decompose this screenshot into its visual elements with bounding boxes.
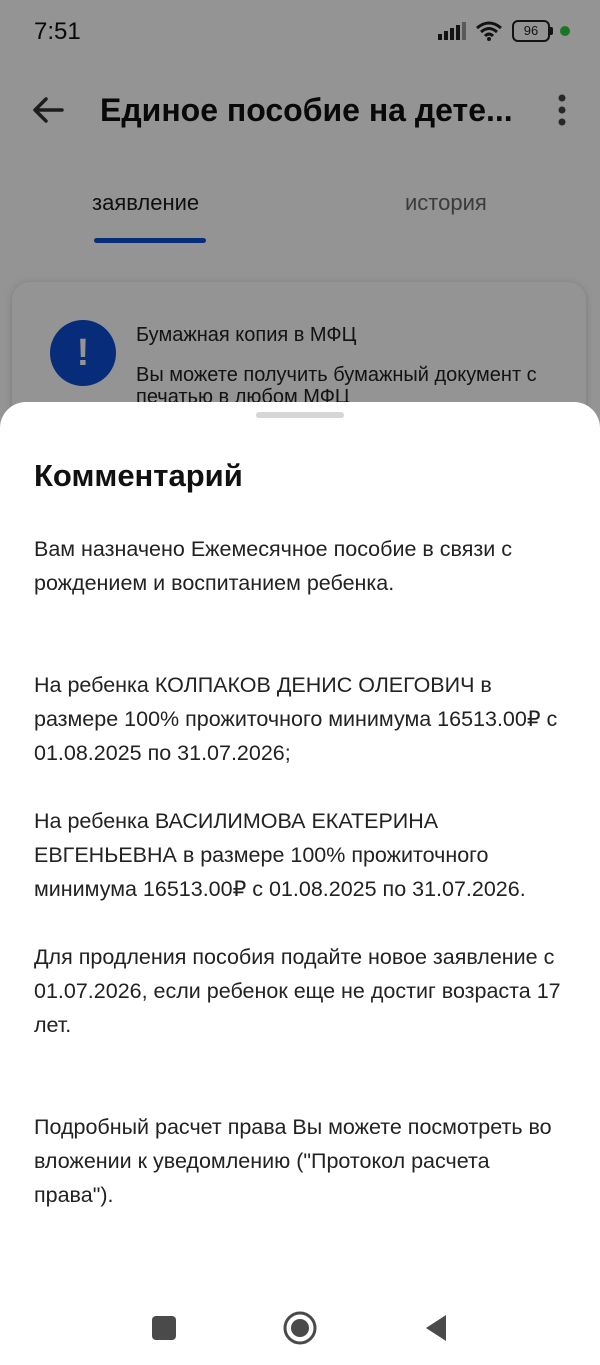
comment-paragraph: На ребенка ВАСИЛИМОВА ЕКАТЕРИНА ЕВГЕНЬЕВ…: [34, 809, 526, 901]
screen: 7:51 96 Единое пособие на дете... заявле…: [0, 0, 600, 1365]
triangle-back-icon[interactable]: [418, 1310, 454, 1346]
comment-paragraph: Для продления пособия подайте новое заяв…: [34, 945, 561, 1037]
comment-body: Вам назначено Ежемесячное пособие в связ…: [34, 532, 574, 1212]
sheet-title: Комментарий: [34, 458, 243, 493]
comment-bottom-sheet: Комментарий Вам назначено Ежемесячное по…: [0, 402, 600, 1365]
comment-paragraph: На ребенка КОЛПАКОВ ДЕНИС ОЛЕГОВИЧ в раз…: [34, 673, 558, 765]
circle-icon[interactable]: [282, 1310, 318, 1346]
system-nav-bar: [0, 1290, 600, 1365]
square-icon[interactable]: [146, 1310, 182, 1346]
comment-paragraph: Вам назначено Ежемесячное пособие в связ…: [34, 537, 512, 595]
comment-paragraph: Подробный расчет права Вы можете посмотр…: [34, 1115, 552, 1207]
drag-handle[interactable]: [256, 412, 344, 418]
